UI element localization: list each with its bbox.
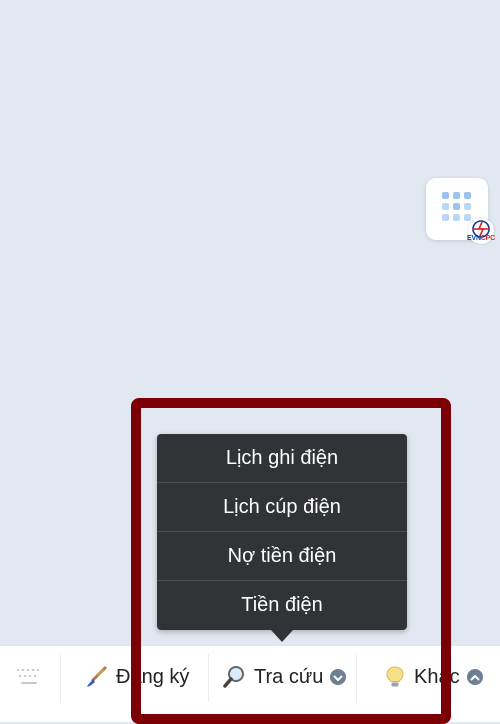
popup-pointer-arrow <box>271 630 293 642</box>
tab-other[interactable]: Khác <box>384 662 483 692</box>
bottom-bar-divider <box>60 654 61 702</box>
lightbulb-icon <box>386 666 404 687</box>
menu-item-electricity-bill[interactable]: Tiền điện <box>157 581 407 630</box>
floating-action-widget[interactable]: EVNCPC <box>426 178 495 244</box>
lookup-popup-menu: Lịch ghi điện Lịch cúp điện Nợ tiền điện… <box>157 434 407 630</box>
paintbrush-icon <box>87 666 107 687</box>
keyboard-icon[interactable] <box>14 666 44 690</box>
menu-item-meter-reading-schedule[interactable]: Lịch ghi điện <box>157 434 407 483</box>
bottom-action-bar: Đang ký Tra cứu Khác <box>0 645 500 722</box>
tab-register-label: Đang ký <box>116 665 190 688</box>
menu-item-power-outage-schedule[interactable]: Lịch cúp điện <box>157 483 407 532</box>
chevron-down-icon <box>330 669 347 685</box>
bottom-bar-divider <box>208 654 209 702</box>
menu-item-electricity-debt[interactable]: Nợ tiền điện <box>157 532 407 581</box>
tab-lookup[interactable]: Tra cứu <box>222 662 347 692</box>
brand-logo-text: EVNCPC <box>467 235 495 242</box>
tab-register[interactable]: Đang ký <box>84 662 189 692</box>
bottom-bar-divider <box>356 654 357 702</box>
tab-other-label: Khác <box>414 665 460 688</box>
tab-lookup-label: Tra cứu <box>254 665 324 688</box>
magnifier-icon <box>223 666 244 688</box>
chevron-up-icon <box>466 669 483 685</box>
